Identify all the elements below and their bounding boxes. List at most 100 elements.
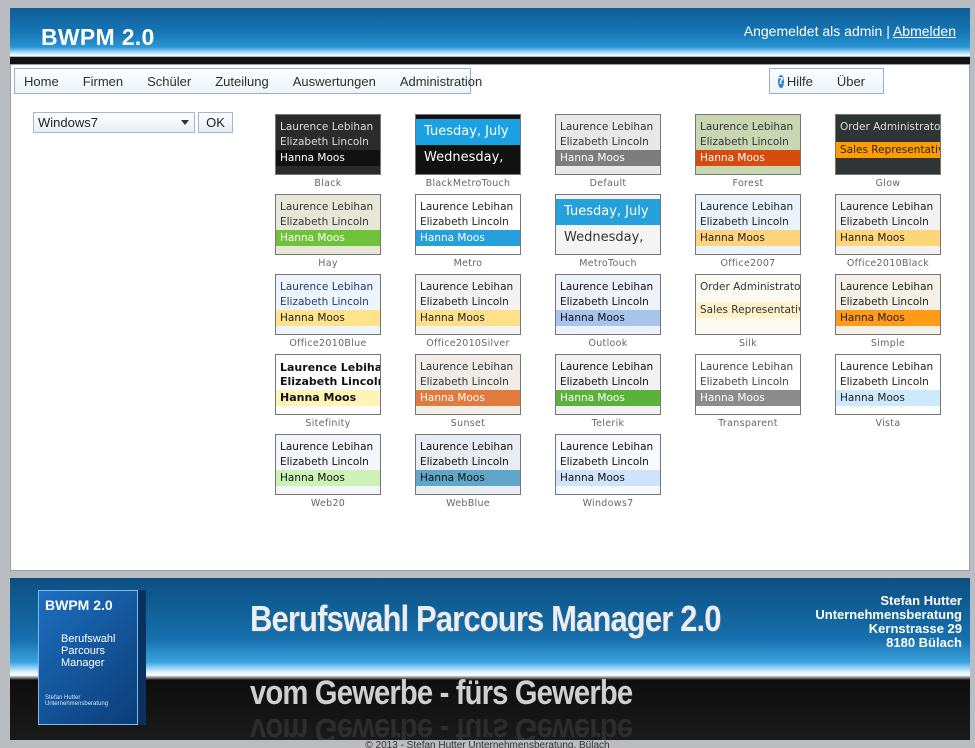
app-title: BWPM 2.0	[41, 24, 155, 50]
skin-preview: Laurence Lebihan Elizabeth Lincoln Hanna M…	[275, 354, 381, 415]
skin-option-simple[interactable]: Laurence Lebihan Elizabeth Lincoln Hanna M…	[835, 274, 941, 349]
skin-preview-row: Laurence Lebihan	[560, 441, 654, 453]
login-text: Angemeldet als admin	[743, 23, 883, 39]
skin-option-label: Black	[314, 178, 342, 189]
skin-preview: Laurence Lebihan Elizabeth Lincoln Hanna M…	[555, 274, 661, 335]
product-box-title: BWPM 2.0	[45, 597, 113, 613]
skin-option-label: Outlook	[588, 338, 628, 349]
skin-option-label: Office2007	[720, 258, 776, 269]
skin-preview-row: Laurence Lebihan	[420, 201, 514, 213]
skin-dropdown[interactable]: Windows7	[33, 112, 195, 133]
product-box-footer: Stefan Hutter Unternehmensberatung	[45, 695, 109, 707]
menu-item-hilfe[interactable]: Hilfe	[787, 74, 813, 89]
skin-preview-row: Elizabeth Lincoln	[560, 376, 649, 388]
skin-preview-row: Laurence Lebihan	[560, 281, 654, 293]
skin-preview: Laurence Lebihan Elizabeth Lincoln Hanna M…	[415, 434, 521, 495]
skin-preview-row: Elizabeth Lincoln	[840, 296, 929, 308]
address-line: Stefan Hutter	[880, 593, 962, 608]
menu-item-auswertungen[interactable]: Auswertungen	[293, 74, 376, 89]
skin-option-transparent[interactable]: Laurence Lebihan Elizabeth Lincoln Hanna M…	[695, 354, 801, 429]
skin-preview: Laurence Lebihan Elizabeth Lincoln Hanna M…	[415, 194, 521, 255]
skin-option-label: Web20	[310, 498, 346, 509]
skin-option-metro[interactable]: Laurence Lebihan Elizabeth Lincoln Hanna M…	[415, 194, 521, 269]
skin-preview-row: Hanna Moos	[276, 390, 380, 406]
skin-preview-row: Hanna Moos	[416, 310, 520, 326]
skin-preview-row: Laurence Lebihan	[420, 441, 514, 453]
skin-dropdown-value: Windows7	[38, 115, 98, 130]
skin-preview-row: Laurence Lebihan	[560, 121, 654, 133]
skin-option-label: Metro	[453, 258, 483, 269]
skin-option-webblue[interactable]: Laurence Lebihan Elizabeth Lincoln Hanna M…	[415, 434, 521, 509]
skin-option-label: Sitefinity	[305, 418, 351, 429]
company-address: Stefan Hutter Unternehmensberatung Kerns…	[815, 594, 962, 650]
skin-option-label: Office2010Blue	[289, 338, 367, 349]
skin-option-sitefinity[interactable]: Laurence Lebihan Elizabeth Lincoln Hanna M…	[275, 354, 381, 429]
skin-option-web20[interactable]: Laurence Lebihan Elizabeth Lincoln Hanna M…	[275, 434, 381, 509]
skin-preview-row: Hanna Moos	[416, 470, 520, 486]
skin-preview: Laurence Lebihan Elizabeth Lincoln Hanna M…	[275, 114, 381, 175]
skin-preview-row: Wednesday,	[416, 145, 520, 171]
skin-option-glow[interactable]: Order Administrator Sales Representative G…	[835, 114, 941, 189]
skin-option-windows7[interactable]: Laurence Lebihan Elizabeth Lincoln Hanna M…	[555, 434, 661, 509]
skin-option-office2010blue[interactable]: Laurence Lebihan Elizabeth Lincoln Hanna M…	[275, 274, 381, 349]
skin-option-label: Sunset	[450, 418, 486, 429]
skin-preview-row: Laurence Lebihan	[840, 281, 934, 293]
skin-preview: Order Administrator Sales Representative	[695, 274, 801, 335]
skin-preview: Laurence Lebihan Elizabeth Lincoln Hanna M…	[415, 354, 521, 415]
skin-preview-row: Tuesday, July	[416, 119, 520, 145]
skin-preview-row: Hanna Moos	[556, 310, 660, 326]
skin-preview-row: Elizabeth Lincoln	[420, 216, 509, 228]
skin-option-office2010black[interactable]: Laurence Lebihan Elizabeth Lincoln Hanna M…	[835, 194, 941, 269]
skin-option-hay[interactable]: Laurence Lebihan Elizabeth Lincoln Hanna M…	[275, 194, 381, 269]
skin-option-forest[interactable]: Laurence Lebihan Elizabeth Lincoln Hanna M…	[695, 114, 801, 189]
skin-option-office2010silver[interactable]: Laurence Lebihan Elizabeth Lincoln Hanna M…	[415, 274, 521, 349]
skin-preview-row: Hanna Moos	[836, 310, 940, 326]
menu-item-ueber[interactable]: Über	[837, 74, 865, 89]
skin-option-office2007[interactable]: Laurence Lebihan Elizabeth Lincoln Hanna M…	[695, 194, 801, 269]
skin-preview-row: Hanna Moos	[416, 390, 520, 406]
menu-item-firmen[interactable]: Firmen	[83, 74, 123, 89]
skin-option-label: WebBlue	[446, 498, 490, 509]
skin-preview-row: Hanna Moos	[696, 150, 800, 166]
skin-preview-row: Hanna Moos	[696, 390, 800, 406]
menu-item-administration[interactable]: Administration	[400, 74, 482, 89]
skin-option-blackmetrotouch[interactable]: Tuesday, July Wednesday, BlackMetroTouch	[415, 114, 521, 189]
skin-option-silk[interactable]: Order Administrator Sales Representative S…	[695, 274, 801, 349]
skin-option-label: Windows7	[582, 498, 634, 509]
skin-preview-row: Tuesday, July	[556, 199, 660, 225]
skin-preview-row: Laurence Lebihan	[840, 361, 934, 373]
skin-option-label: Hay	[318, 258, 338, 269]
skin-preview: Laurence Lebihan Elizabeth Lincoln Hanna M…	[835, 274, 941, 335]
skin-preview: Laurence Lebihan Elizabeth Lincoln Hanna M…	[555, 434, 661, 495]
skin-preview: Laurence Lebihan Elizabeth Lincoln Hanna M…	[695, 354, 801, 415]
skin-preview-row: Hanna Moos	[556, 470, 660, 486]
skin-preview-row: Hanna Moos	[416, 230, 520, 246]
skin-option-vista[interactable]: Laurence Lebihan Elizabeth Lincoln Hanna M…	[835, 354, 941, 429]
skin-option-sunset[interactable]: Laurence Lebihan Elizabeth Lincoln Hanna M…	[415, 354, 521, 429]
skin-preview-row: Elizabeth Lincoln	[700, 136, 789, 148]
skin-preview-row: Hanna Moos	[836, 230, 940, 246]
skin-preview: Tuesday, July Wednesday,	[555, 194, 661, 255]
logout-link[interactable]: Abmelden	[893, 23, 956, 39]
menu-item-zuteilung[interactable]: Zuteilung	[215, 74, 268, 89]
skin-option-telerik[interactable]: Laurence Lebihan Elizabeth Lincoln Hanna M…	[555, 354, 661, 429]
skin-preview-row: Wednesday,	[556, 225, 660, 251]
skin-option-black[interactable]: Laurence Lebihan Elizabeth Lincoln Hanna M…	[275, 114, 381, 189]
menu-item-schueler[interactable]: Schüler	[147, 74, 191, 89]
skin-option-outlook[interactable]: Laurence Lebihan Elizabeth Lincoln Hanna M…	[555, 274, 661, 349]
skin-option-metrotouch[interactable]: Tuesday, July Wednesday, MetroTouch	[555, 194, 661, 269]
skin-option-default[interactable]: Laurence Lebihan Elizabeth Lincoln Hanna M…	[555, 114, 661, 189]
skin-preview-row: Hanna Moos	[556, 150, 660, 166]
product-box-line: Manager	[61, 657, 105, 669]
address-line: 8180 Bülach	[886, 635, 962, 650]
ok-button[interactable]: OK	[198, 112, 233, 133]
skin-preview-row: Order Administrator	[840, 121, 940, 133]
product-box-line: Parcours	[61, 645, 106, 657]
skin-preview: Laurence Lebihan Elizabeth Lincoln Hanna M…	[275, 434, 381, 495]
skin-preview-row: Hanna Moos	[696, 230, 800, 246]
menu-item-home[interactable]: Home	[24, 74, 59, 89]
login-separator: |	[886, 23, 890, 39]
address-line: Kernstrasse 29	[868, 621, 962, 636]
skin-preview: Laurence Lebihan Elizabeth Lincoln Hanna M…	[555, 114, 661, 175]
help-icon[interactable]: ?	[778, 74, 784, 88]
